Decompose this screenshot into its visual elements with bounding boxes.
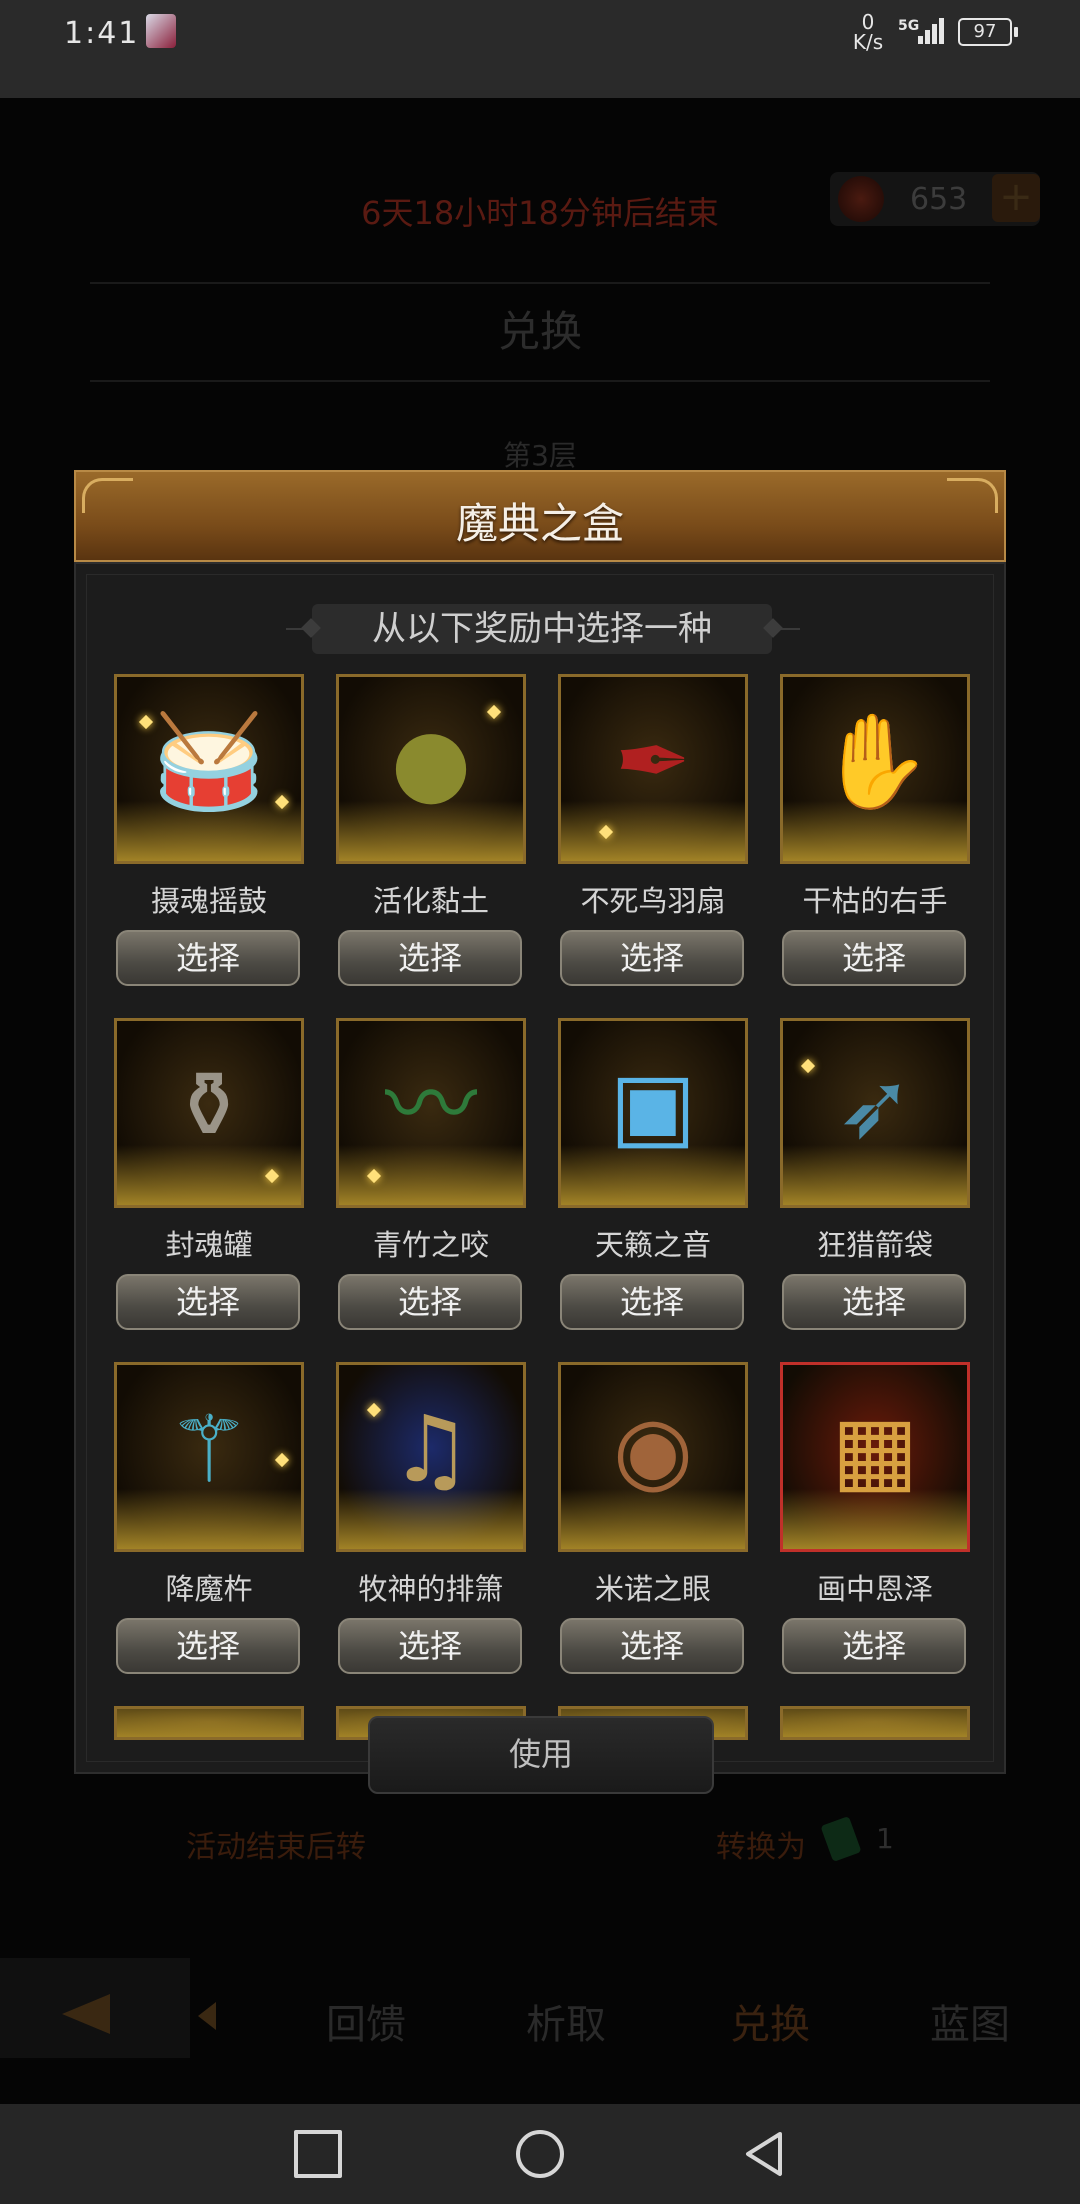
reward-image[interactable] bbox=[114, 1706, 304, 1740]
select-button[interactable]: 选择 bbox=[338, 1274, 522, 1330]
select-button[interactable]: 选择 bbox=[782, 930, 966, 986]
green-gem-icon bbox=[820, 1816, 862, 1862]
divider bbox=[90, 380, 990, 382]
select-button[interactable]: 选择 bbox=[116, 1274, 300, 1330]
tab-scroll-left-icon[interactable] bbox=[198, 2002, 216, 2030]
signal-type: 5G bbox=[898, 18, 920, 34]
tab-exchange[interactable]: 兑换 bbox=[730, 1992, 810, 2050]
app-notification-icon bbox=[146, 14, 176, 48]
drum-icon[interactable]: 🥁 bbox=[114, 674, 304, 864]
currency-display: 653 + bbox=[830, 172, 1040, 226]
tab-feedback[interactable]: 回馈 bbox=[326, 1992, 406, 2050]
add-currency-button[interactable]: + bbox=[992, 174, 1040, 222]
currency-orb-icon bbox=[838, 176, 884, 222]
use-button[interactable]: 使用 bbox=[368, 1716, 714, 1794]
recents-icon[interactable] bbox=[294, 2130, 342, 2178]
gem-value: 1 bbox=[876, 1822, 894, 1855]
reward-name: 天籁之音 bbox=[594, 1228, 711, 1262]
vajra-icon[interactable]: ⚚ bbox=[114, 1362, 304, 1552]
dialog-subtitle: 从以下奖励中选择一种 bbox=[312, 604, 772, 654]
home-icon[interactable] bbox=[516, 2130, 564, 2178]
clock: 1:41 bbox=[64, 16, 140, 51]
reward-selection-dialog: 魔典之盒 从以下奖励中选择一种 🥁 摄魂摇鼓 选择 ● 活化黏土 选择 ✒ 不死… bbox=[74, 470, 1006, 1774]
divider bbox=[90, 282, 990, 284]
select-button[interactable]: 选择 bbox=[338, 930, 522, 986]
reward-name: 干枯的右手 bbox=[802, 884, 948, 918]
reward-name: 牧神的排箫 bbox=[358, 1572, 504, 1606]
select-button[interactable]: 选择 bbox=[560, 930, 744, 986]
reward-name: 降魔杵 bbox=[165, 1572, 253, 1606]
tab-blueprint[interactable]: 蓝图 bbox=[930, 1992, 1010, 2050]
reward-name: 狂猎箭袋 bbox=[816, 1228, 933, 1262]
dialog-body[interactable]: 从以下奖励中选择一种 🥁 摄魂摇鼓 选择 ● 活化黏土 选择 ✒ 不死鸟羽扇 选… bbox=[74, 562, 1006, 1774]
network-speed: 0 K/s bbox=[852, 10, 884, 54]
system-nav-bar bbox=[0, 2104, 1080, 2204]
whip-icon[interactable]: 〰 bbox=[336, 1018, 526, 1208]
dialog-title: 魔典之盒 bbox=[455, 499, 624, 548]
select-button[interactable]: 选择 bbox=[560, 1618, 744, 1674]
portrait-icon[interactable]: ▦ bbox=[780, 1362, 970, 1552]
select-button[interactable]: 选择 bbox=[116, 1618, 300, 1674]
select-button[interactable]: 选择 bbox=[782, 1274, 966, 1330]
event-notice-left: 活动结束后转 bbox=[186, 1830, 366, 1865]
reward-name: 封魂罐 bbox=[165, 1228, 253, 1262]
reward-name: 画中恩泽 bbox=[816, 1572, 933, 1606]
eye-orb-icon[interactable]: ◉ bbox=[558, 1362, 748, 1552]
event-timer: 6天18小时18分钟后结束 bbox=[361, 194, 719, 232]
back-triangle-icon[interactable] bbox=[740, 2130, 788, 2178]
panflute-icon[interactable]: ♫ bbox=[336, 1362, 526, 1552]
reward-name: 不死鸟羽扇 bbox=[580, 884, 726, 918]
currency-value: 653 bbox=[910, 182, 968, 217]
back-arrow-icon bbox=[62, 1994, 110, 2034]
reward-name: 活化黏土 bbox=[372, 884, 489, 918]
select-button[interactable]: 选择 bbox=[560, 1274, 744, 1330]
back-button[interactable] bbox=[0, 1958, 190, 2058]
reward-name: 摄魂摇鼓 bbox=[150, 884, 267, 918]
feather-fan-icon[interactable]: ✒ bbox=[558, 674, 748, 864]
quiver-icon[interactable]: ➶ bbox=[780, 1018, 970, 1208]
tab-extract[interactable]: 析取 bbox=[526, 1992, 606, 2050]
select-button[interactable]: 选择 bbox=[782, 1618, 966, 1674]
select-button[interactable]: 选择 bbox=[338, 1618, 522, 1674]
battery-icon: 97 bbox=[958, 18, 1018, 46]
reward-name: 青竹之咬 bbox=[372, 1228, 489, 1262]
select-button[interactable]: 选择 bbox=[116, 930, 300, 986]
urn-icon[interactable]: ⚱ bbox=[114, 1018, 304, 1208]
status-bar: 1:41 0 K/s 5G 97 bbox=[0, 0, 1080, 98]
withered-hand-icon[interactable]: ✋ bbox=[780, 674, 970, 864]
clay-icon[interactable]: ● bbox=[336, 674, 526, 864]
signal-bars-icon bbox=[918, 16, 948, 44]
bottom-tab-bar: 回馈 析取 兑换 蓝图 bbox=[0, 1958, 1080, 2104]
event-notice-right: 转换为 bbox=[716, 1830, 806, 1865]
dialog-header: 魔典之盒 bbox=[74, 470, 1006, 562]
reward-name: 米诺之眼 bbox=[594, 1572, 711, 1606]
music-box-icon[interactable]: ▣ bbox=[558, 1018, 748, 1208]
page-title: 兑换 bbox=[497, 307, 582, 356]
layer-label: 第3层 bbox=[503, 439, 577, 472]
reward-image[interactable] bbox=[780, 1706, 970, 1740]
